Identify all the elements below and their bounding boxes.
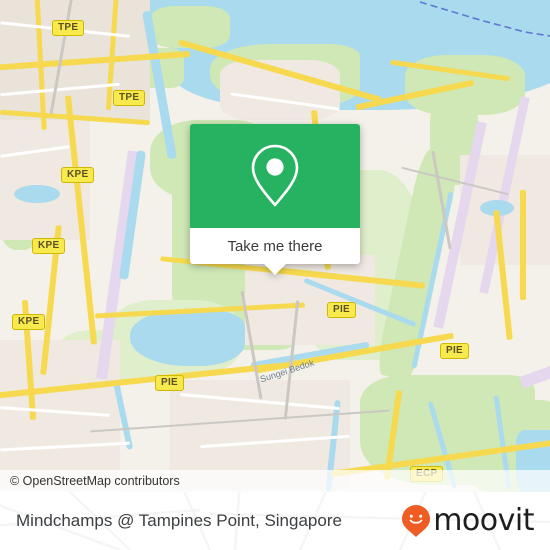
take-me-there-label: Take me there	[227, 237, 323, 255]
highway-shield-kpe-3[interactable]: KPE	[12, 314, 46, 330]
road-airport-east-loop-2	[520, 190, 526, 300]
map-canvas[interactable]: TPE TPE KPE KPE KPE PIE PIE PIE ECP Sung…	[0, 0, 550, 492]
pond-west-small	[14, 185, 60, 203]
bedok-reservoir	[130, 310, 245, 366]
page-title: Mindchamps @ Tampines Point, Singapore	[16, 511, 342, 530]
map-attribution[interactable]: © OpenStreetMap contributors	[0, 470, 550, 492]
moovit-logo[interactable]: moovit	[401, 504, 534, 538]
moovit-wordmark: moovit	[433, 503, 534, 538]
highway-shield-pie-1[interactable]: PIE	[155, 375, 185, 391]
callout-action-panel[interactable]: Take me there	[190, 228, 360, 275]
ferry-route-line	[390, 0, 550, 50]
place-callout-card[interactable]: Take me there	[190, 124, 360, 275]
highway-shield-tpe-1[interactable]: TPE	[52, 20, 85, 36]
moovit-place-map-screenshot: TPE TPE KPE KPE KPE PIE PIE PIE ECP Sung…	[0, 0, 550, 550]
highway-shield-tpe-2[interactable]: TPE	[113, 90, 146, 106]
highway-shield-kpe-1[interactable]: KPE	[61, 167, 95, 183]
moovit-smiley-pin-icon	[402, 505, 431, 537]
callout-pointer-tail	[264, 264, 286, 275]
map-pin-icon	[251, 144, 299, 207]
highway-shield-pie-2[interactable]: PIE	[327, 302, 357, 318]
callout-icon-panel	[190, 124, 360, 228]
highway-shield-kpe-2[interactable]: KPE	[32, 238, 66, 254]
footer-bar: Mindchamps @ Tampines Point, Singapore m…	[0, 492, 550, 550]
highway-shield-pie-3[interactable]: PIE	[440, 343, 470, 359]
